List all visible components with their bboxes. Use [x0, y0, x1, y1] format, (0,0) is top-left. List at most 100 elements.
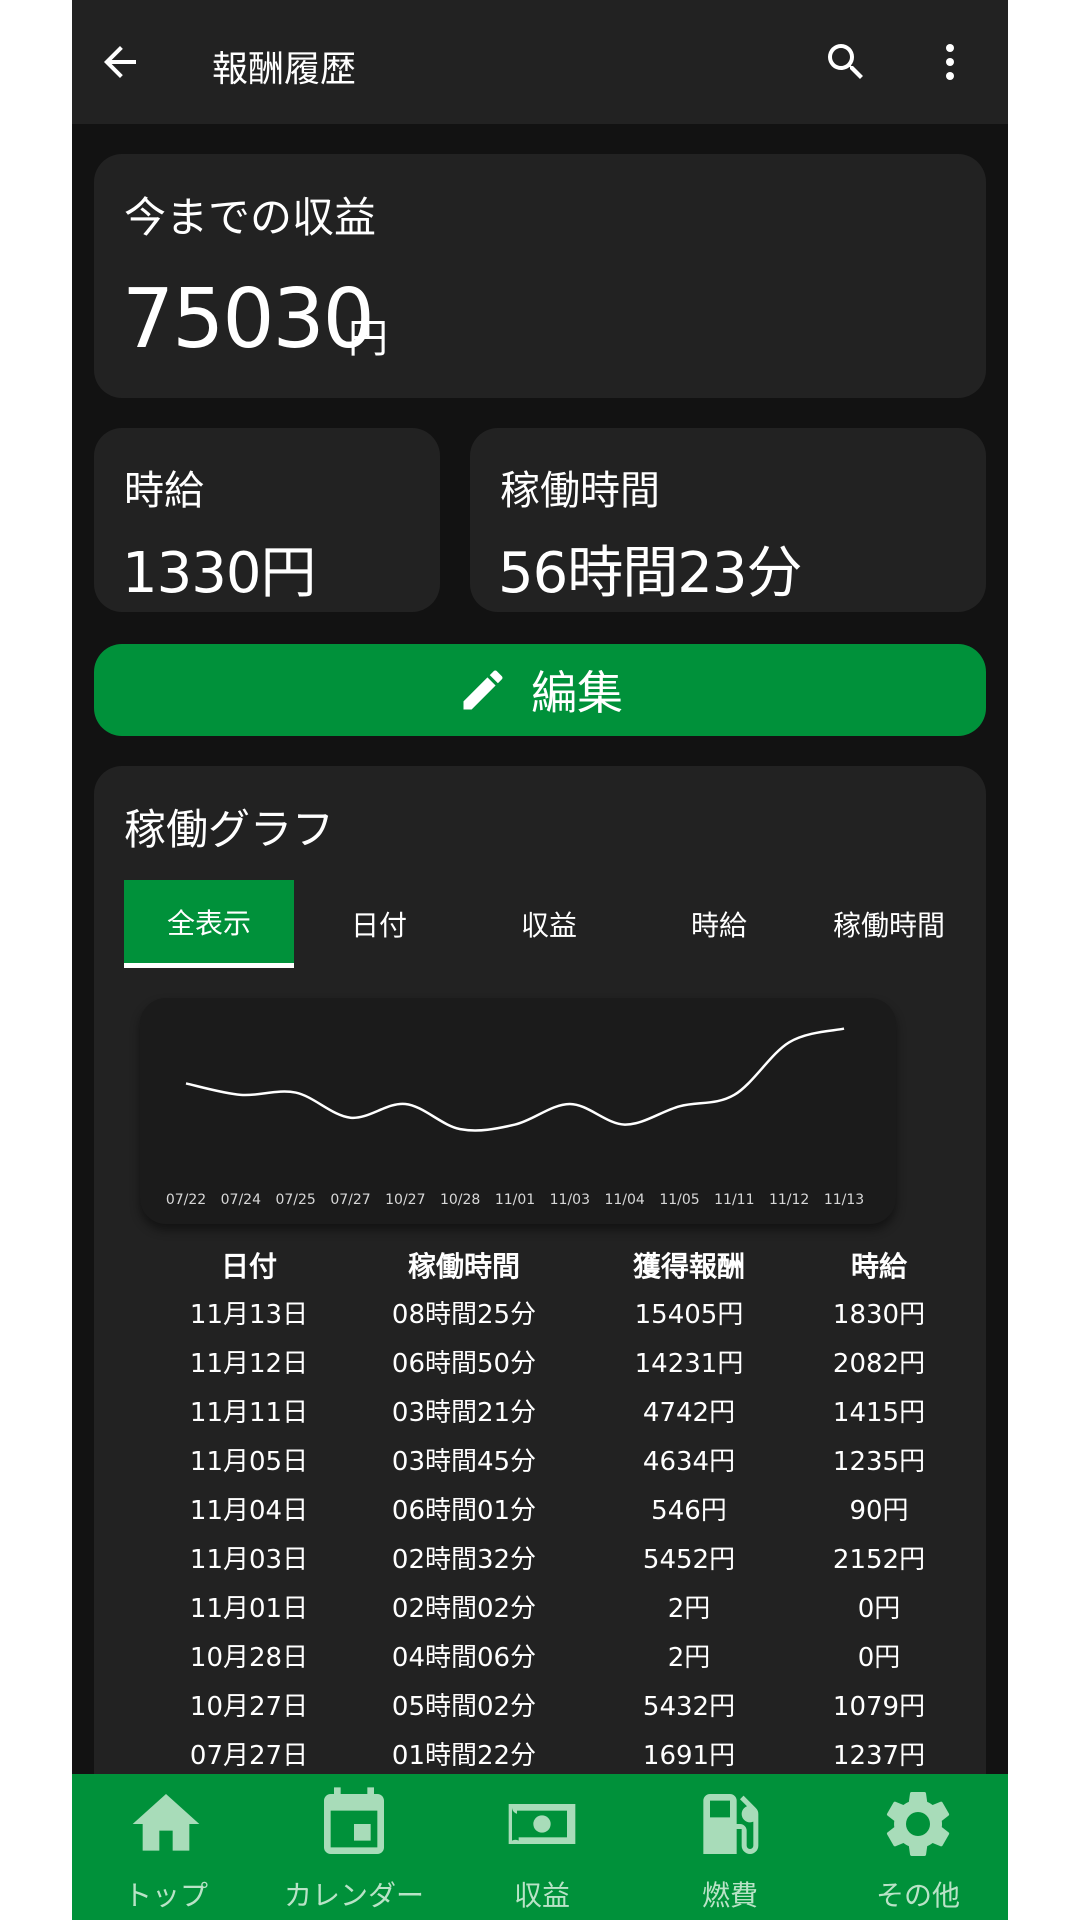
x-tick-label: 07/22 [166, 1192, 206, 1208]
table-cell: 90円 [849, 1496, 909, 1526]
column-header: 稼働時間 [407, 1250, 520, 1283]
table-cell: 11月04日 [189, 1496, 309, 1526]
x-tick-label: 11/13 [824, 1192, 864, 1208]
line-chart: 07/22 07/24 07/25 07/27 10/27 10/28 11/01 11/03… [140, 998, 896, 1224]
fuel-icon [703, 1794, 759, 1854]
money-icon [508, 1804, 576, 1844]
table-cell: 05時間02分 [391, 1692, 537, 1722]
tab-hourly-wage[interactable]: 時給 [634, 880, 804, 968]
tab-work-hours[interactable]: 稼働時間 [804, 880, 974, 968]
column-header: 日付 [220, 1250, 277, 1283]
table-cell: 2082円 [832, 1349, 926, 1379]
edit-button-label: 編集 [531, 666, 623, 720]
app-screen: 報酬履歴 今までの収益 75030 円 時給 1330円 稼働時間 56時間23… [72, 0, 1008, 1920]
table-cell: 4634円 [642, 1447, 736, 1477]
table-cell: 11月01日 [189, 1594, 309, 1624]
table-cell: 10月27日 [189, 1692, 309, 1722]
back-arrow-icon[interactable] [96, 38, 144, 86]
tab-show-all[interactable]: 全表示 [124, 880, 294, 968]
nav-label-earnings: 収益 [513, 1879, 570, 1912]
x-tick-label: 11/04 [604, 1192, 644, 1208]
x-tick-label: 10/28 [440, 1192, 480, 1208]
table-cell: 03時間21分 [391, 1398, 537, 1428]
search-icon[interactable] [822, 38, 870, 86]
x-tick-label: 07/27 [330, 1192, 370, 1208]
table-cell: 06時間50分 [391, 1349, 537, 1379]
table-cell: 11月05日 [189, 1447, 309, 1477]
table-cell: 1415円 [832, 1398, 926, 1428]
nav-item-top[interactable]: トップ [72, 1774, 260, 1920]
table-row[interactable]: 11月05日 03時間45分 4634円 1235円 [94, 1438, 986, 1487]
total-earnings-value: 75030 [122, 272, 375, 367]
tab-earnings[interactable]: 収益 [464, 880, 634, 968]
graph-title: 稼働グラフ [124, 805, 335, 854]
nav-item-calendar[interactable]: カレンダー [260, 1774, 448, 1920]
table-cell: 04時間06分 [391, 1643, 537, 1673]
nav-label-fuel: 燃費 [701, 1879, 758, 1912]
table-cell: 0円 [857, 1594, 901, 1624]
table-cell: 15405円 [634, 1300, 744, 1330]
table-cell: 11月11日 [189, 1398, 309, 1428]
history-table: 日付 稼働時間 獲得報酬 時給 11月13日 08時間25分 15405円 1830円 11月1… [94, 1242, 986, 1781]
nav-label-top: トップ [123, 1879, 208, 1912]
home-icon [132, 1794, 200, 1851]
table-cell: 06時間01分 [391, 1496, 537, 1526]
table-row[interactable]: 10月27日 05時間02分 5432円 1079円 [94, 1683, 986, 1732]
table-header-row: 日付 稼働時間 獲得報酬 時給 [94, 1242, 986, 1291]
table-cell: 546円 [651, 1496, 727, 1526]
x-tick-label: 11/05 [659, 1192, 699, 1208]
table-cell: 4742円 [642, 1398, 736, 1428]
more-vert-icon[interactable] [926, 38, 974, 86]
table-cell: 02時間02分 [391, 1594, 537, 1624]
work-hours-value: 56時間23分 [498, 541, 803, 606]
table-row[interactable]: 11月04日 06時間01分 546円 90円 [94, 1487, 986, 1536]
table-cell: 03時間45分 [391, 1447, 537, 1477]
table-row[interactable]: 11月12日 06時間50分 14231円 2082円 [94, 1340, 986, 1389]
table-cell: 10月28日 [189, 1643, 309, 1673]
table-cell: 08時間25分 [391, 1300, 537, 1330]
table-cell: 11月03日 [189, 1545, 309, 1575]
hourly-wage-label: 時給 [124, 468, 204, 514]
total-earnings-unit: 円 [348, 316, 388, 362]
table-row[interactable]: 11月13日 08時間25分 15405円 1830円 [94, 1291, 986, 1340]
work-hours-label: 稼働時間 [500, 468, 660, 514]
table-cell: 0円 [857, 1643, 901, 1673]
hourly-wage-value: 1330円 [122, 541, 317, 606]
table-row[interactable]: 11月03日 02時間32分 5452円 2152円 [94, 1536, 986, 1585]
graph-tabs: 全表示 日付 収益 時給 稼働時間 [124, 880, 976, 968]
hourly-wage-card: 時給 1330円 [94, 428, 440, 612]
nav-label-calendar: カレンダー [283, 1879, 424, 1912]
table-cell: 2152円 [832, 1545, 926, 1575]
nav-item-other[interactable]: その他 [824, 1774, 1008, 1920]
total-earnings-card: 今までの収益 75030 円 [94, 154, 986, 398]
total-earnings-label: 今までの収益 [124, 193, 377, 242]
chart-svg: 07/22 07/24 07/25 07/27 10/27 10/28 11/01 11/03… [166, 1027, 864, 1208]
table-cell: 2円 [667, 1594, 711, 1624]
column-header: 獲得報酬 [632, 1250, 745, 1283]
x-tick-label: 11/03 [550, 1192, 590, 1208]
x-tick-label: 11/01 [495, 1192, 535, 1208]
x-tick-label: 07/25 [275, 1192, 315, 1208]
series-line [185, 1027, 845, 1132]
bottom-nav: トップ カレンダー 収益 燃費 その他 [72, 1774, 1008, 1920]
table-cell: 5432円 [642, 1692, 736, 1722]
table-cell: 02時間32分 [391, 1545, 537, 1575]
table-cell: 11月12日 [189, 1349, 309, 1379]
table-row[interactable]: 11月01日 02時間02分 2円 0円 [94, 1585, 986, 1634]
column-header: 時給 [850, 1250, 907, 1283]
nav-item-fuel[interactable]: 燃費 [636, 1774, 824, 1920]
x-tick-label: 07/24 [221, 1192, 261, 1208]
page-title: 報酬履歴 [212, 49, 357, 90]
table-row[interactable]: 11月11日 03時間21分 4742円 1415円 [94, 1389, 986, 1438]
table-cell: 1079円 [832, 1692, 926, 1722]
table-row[interactable]: 10月28日 04時間06分 2円 0円 [94, 1634, 986, 1683]
pencil-icon [463, 670, 503, 710]
tab-date[interactable]: 日付 [294, 880, 464, 968]
nav-item-earnings[interactable]: 収益 [448, 1774, 636, 1920]
gear-icon [886, 1791, 950, 1856]
table-cell: 1235円 [832, 1447, 926, 1477]
table-cell: 11月13日 [189, 1300, 309, 1330]
x-tick-label: 10/27 [385, 1192, 425, 1208]
table-cell: 5452円 [642, 1545, 736, 1575]
edit-button[interactable]: 編集 [94, 644, 986, 736]
